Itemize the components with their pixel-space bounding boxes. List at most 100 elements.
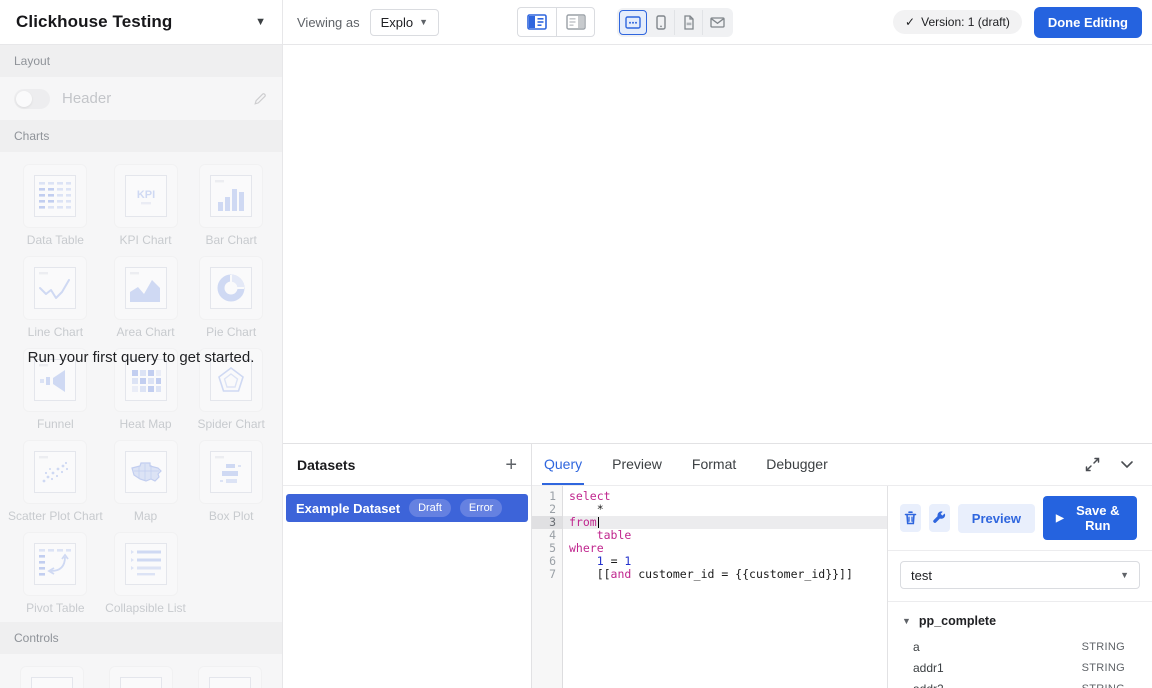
- tab-preview[interactable]: Preview: [610, 444, 664, 485]
- chevron-down-icon: ▼: [419, 17, 428, 27]
- query-bottom-panel: Datasets + Example Dataset Draft Error Q…: [283, 443, 1152, 688]
- control-icon: [109, 666, 173, 688]
- table-select-value: test: [911, 568, 932, 583]
- right-panel-toggle-button[interactable]: [556, 7, 595, 37]
- area-chart-icon: [114, 256, 178, 320]
- left-panel-toggle-button[interactable]: [517, 7, 556, 37]
- chart-card-kpi[interactable]: KPI KPI Chart: [114, 164, 178, 247]
- draft-badge: Draft: [409, 499, 451, 517]
- toggle-knob: [16, 91, 32, 107]
- preview-desktop-button[interactable]: [619, 10, 647, 35]
- delete-dataset-button[interactable]: [900, 504, 921, 532]
- schema-field-row[interactable]: addr2 STRING: [888, 678, 1152, 688]
- chart-card-collapsible-list[interactable]: Collapsible List: [105, 532, 186, 615]
- page-title: Clickhouse Testing: [16, 12, 172, 32]
- top-header: Clickhouse Testing ▼ Viewing as Explo ▼: [0, 0, 1152, 45]
- collapse-panel-chevron-icon[interactable]: [1120, 460, 1134, 469]
- save-and-run-button[interactable]: ▶ Save & Run: [1043, 496, 1137, 540]
- tab-debugger[interactable]: Debugger: [764, 444, 830, 485]
- dropdown-control-icon: [198, 666, 262, 688]
- panel-left-icon: [527, 14, 547, 30]
- control-card-3[interactable]: [198, 666, 262, 688]
- topbar-right-group: ✓ Version: 1 (draft) Done Editing: [893, 7, 1152, 38]
- tab-query[interactable]: Query: [542, 444, 584, 485]
- chart-card-bar[interactable]: Bar Chart: [199, 164, 263, 247]
- editor-gutter: 1234567: [532, 486, 563, 688]
- data-table-icon: [23, 164, 87, 228]
- control-card-1[interactable]: [20, 666, 84, 688]
- envelope-icon: [710, 17, 725, 28]
- play-icon: ▶: [1056, 513, 1064, 524]
- expand-panel-icon[interactable]: [1085, 457, 1100, 472]
- svg-text:KPI: KPI: [136, 189, 154, 201]
- chart-card-pie[interactable]: Pie Chart: [199, 256, 263, 339]
- done-editing-button[interactable]: Done Editing: [1034, 7, 1142, 38]
- field-name: a: [913, 640, 920, 654]
- dropdown-control-icon: [20, 666, 84, 688]
- chart-card-data-table[interactable]: Data Table: [23, 164, 87, 247]
- body-row: Layout Header Charts Data Table: [0, 45, 1152, 688]
- schema-browser: ▼ pp_complete a STRING addr1 STRING: [888, 602, 1152, 688]
- main-column: Datasets + Example Dataset Draft Error Q…: [283, 45, 1152, 688]
- pie-chart-icon: [199, 256, 263, 320]
- chevron-down-icon: ▼: [902, 616, 911, 626]
- version-badge[interactable]: ✓ Version: 1 (draft): [893, 10, 1022, 34]
- table-select-dropdown[interactable]: test ▼: [900, 561, 1140, 589]
- field-type: STRING: [1082, 662, 1125, 674]
- schema-field-row[interactable]: a STRING: [888, 636, 1152, 657]
- chart-card-box-plot[interactable]: Box Plot: [199, 440, 263, 523]
- dashboard-canvas[interactable]: [283, 45, 1152, 443]
- add-dataset-button[interactable]: +: [505, 455, 517, 475]
- viewing-as-dropdown[interactable]: Explo ▼: [370, 9, 439, 36]
- query-content: 1234567 select *from tablewhere 1 = 1 [[…: [532, 486, 1152, 688]
- dataset-name: Example Dataset: [296, 501, 400, 516]
- preview-mobile-button[interactable]: [647, 10, 675, 35]
- query-tab-bar: Query Preview Format Debugger: [532, 444, 1152, 486]
- preview-email-button[interactable]: [703, 10, 731, 35]
- check-icon: ✓: [905, 15, 915, 29]
- preview-query-button[interactable]: Preview: [958, 504, 1035, 533]
- schema-table-name: pp_complete: [919, 614, 996, 628]
- scatter-plot-icon: [23, 440, 87, 504]
- header-toggle-row: Header: [0, 77, 282, 120]
- panel-position-toggle-group: [517, 7, 595, 37]
- edit-pencil-icon[interactable]: [252, 91, 268, 107]
- section-charts: Charts: [0, 120, 282, 152]
- schema-table-toggle[interactable]: ▼ pp_complete: [888, 610, 1152, 636]
- datasets-header: Datasets +: [283, 444, 531, 486]
- query-right-panel: Preview ▶ Save & Run test ▼: [888, 486, 1152, 688]
- tab-format[interactable]: Format: [690, 444, 738, 485]
- chevron-down-icon: ▼: [1120, 570, 1129, 580]
- charts-grid: Data Table KPI KPI Chart Bar Chart: [0, 152, 282, 615]
- chart-card-pivot-table[interactable]: Pivot Table: [23, 532, 87, 615]
- controls-grid: [0, 654, 282, 688]
- field-name: addr2: [913, 682, 944, 688]
- schema-field-row[interactable]: addr1 STRING: [888, 657, 1152, 678]
- bar-chart-icon: [199, 164, 263, 228]
- editor-code[interactable]: select *from tablewhere 1 = 1 [[and cust…: [563, 486, 887, 688]
- query-actions-row: Preview ▶ Save & Run: [888, 486, 1152, 551]
- section-layout: Layout: [0, 45, 282, 77]
- field-type: STRING: [1082, 641, 1125, 653]
- trash-icon: [904, 511, 917, 525]
- dashboard-editor-app: Clickhouse Testing ▼ Viewing as Explo ▼: [0, 0, 1152, 688]
- box-plot-icon: [199, 440, 263, 504]
- panel-right-icon: [566, 14, 586, 30]
- sql-editor[interactable]: 1234567 select *from tablewhere 1 = 1 [[…: [532, 486, 888, 688]
- dataset-list-item[interactable]: Example Dataset Draft Error: [286, 494, 528, 522]
- viewing-as-group: Viewing as Explo ▼: [297, 9, 439, 36]
- viewing-as-label: Viewing as: [297, 15, 360, 30]
- chart-card-map[interactable]: Map: [114, 440, 178, 523]
- preview-mode-group: [617, 8, 733, 37]
- header-toggle[interactable]: [14, 89, 50, 109]
- dashboard-title-menu[interactable]: Clickhouse Testing ▼: [0, 0, 283, 44]
- chart-card-scatter[interactable]: Scatter Plot Chart: [8, 440, 103, 523]
- query-settings-button[interactable]: [929, 504, 950, 532]
- elements-sidebar: Layout Header Charts Data Table: [0, 45, 283, 688]
- control-card-2[interactable]: [109, 666, 173, 688]
- browser-window-icon: [625, 16, 641, 29]
- field-name: addr1: [913, 661, 944, 675]
- preview-pdf-button[interactable]: [675, 10, 703, 35]
- chart-card-area[interactable]: Area Chart: [114, 256, 178, 339]
- chart-card-line[interactable]: Line Chart: [23, 256, 87, 339]
